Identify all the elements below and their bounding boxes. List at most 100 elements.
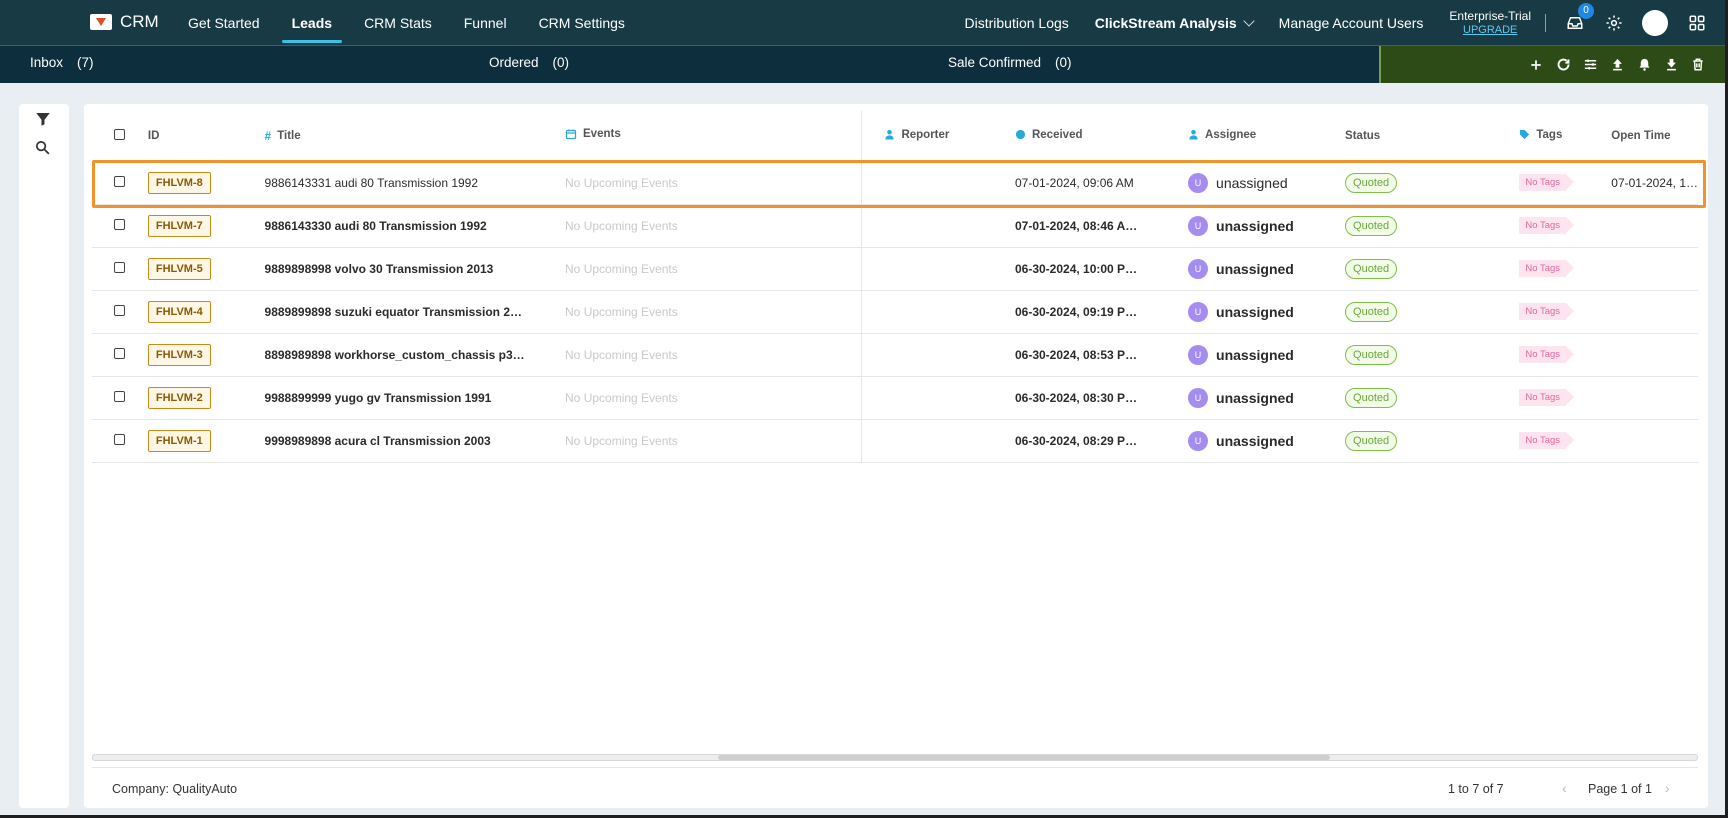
upload-button[interactable] bbox=[1608, 56, 1626, 74]
status-badge[interactable]: Quoted bbox=[1345, 172, 1398, 193]
status-badge[interactable]: Quoted bbox=[1345, 258, 1398, 279]
row-checkbox[interactable] bbox=[114, 261, 125, 273]
tab-sale-confirmed[interactable]: Sale Confirmed (0) bbox=[948, 55, 1072, 70]
table-row[interactable]: FHLVM-7 9886143330 audi 80 Transmission 1… bbox=[92, 204, 1698, 248]
filter-button[interactable] bbox=[34, 110, 54, 130]
tab-ordered[interactable]: Ordered (0) bbox=[489, 55, 569, 70]
lead-assignee[interactable]: Uunassigned bbox=[1188, 172, 1345, 193]
nav-funnel[interactable]: Funnel bbox=[454, 0, 517, 45]
col-events[interactable]: Events bbox=[565, 111, 697, 162]
lead-id-tag[interactable]: FHLVM-4 bbox=[147, 300, 211, 323]
col-id[interactable]: ID bbox=[147, 111, 265, 162]
col-assignee[interactable]: Assignee bbox=[1188, 111, 1346, 162]
user-avatar[interactable] bbox=[1642, 9, 1668, 36]
scrollbar-thumb[interactable] bbox=[718, 755, 1330, 760]
lead-id-tag[interactable]: FHLVM-5 bbox=[147, 257, 211, 280]
col-received[interactable]: Received bbox=[1014, 111, 1189, 162]
table-row[interactable]: FHLVM-8 9886143331 audi 80 Transmission 1… bbox=[92, 161, 1698, 205]
tab-sale-confirmed-label: Sale Confirmed bbox=[948, 55, 1042, 70]
tab-ordered-count: (0) bbox=[552, 55, 570, 70]
status-badge[interactable]: Quoted bbox=[1345, 430, 1398, 451]
lead-title[interactable]: 9889898998 volvo 30 Transmission 2013 bbox=[265, 262, 565, 276]
status-badge[interactable]: Quoted bbox=[1345, 387, 1398, 408]
lead-id-tag[interactable]: FHLVM-2 bbox=[147, 386, 211, 409]
lead-title[interactable]: 9988899999 yugo gv Transmission 1991 bbox=[265, 391, 565, 405]
col-reporter[interactable]: Reporter bbox=[861, 111, 1015, 162]
lead-title[interactable]: 9886143331 audi 80 Transmission 1992 bbox=[265, 176, 565, 190]
inbox-notifications-button[interactable]: 0 bbox=[1564, 2, 1594, 34]
lead-received: 06-30-2024, 08:53 P… bbox=[1014, 347, 1138, 362]
next-page-button[interactable]: › bbox=[1665, 780, 1670, 796]
tags-badge[interactable]: No Tags bbox=[1519, 217, 1574, 234]
upgrade-link[interactable]: UPGRADE bbox=[1463, 23, 1517, 37]
row-checkbox[interactable] bbox=[114, 433, 125, 445]
row-checkbox[interactable] bbox=[114, 390, 125, 402]
row-checkbox[interactable] bbox=[114, 218, 125, 230]
col-tags[interactable]: Tags bbox=[1519, 111, 1612, 162]
refresh-button[interactable] bbox=[1554, 56, 1572, 74]
table-row[interactable]: FHLVM-2 9988899999 yugo gv Transmission 1… bbox=[92, 376, 1698, 420]
horizontal-scrollbar[interactable] bbox=[92, 754, 1698, 761]
download-button[interactable] bbox=[1662, 56, 1680, 74]
lead-assignee[interactable]: Uunassigned bbox=[1188, 387, 1345, 408]
lead-assignee[interactable]: Uunassigned bbox=[1188, 344, 1345, 365]
select-all-checkbox[interactable] bbox=[114, 128, 125, 140]
nav-crm-stats[interactable]: CRM Stats bbox=[354, 0, 442, 45]
table-row[interactable]: FHLVM-4 9889899898 suzuki equator Transmi… bbox=[92, 290, 1698, 334]
plan-info: Enterprise-Trial UPGRADE bbox=[1449, 9, 1531, 37]
lead-assignee[interactable]: Uunassigned bbox=[1188, 301, 1345, 322]
lead-assignee[interactable]: Uunassigned bbox=[1188, 258, 1345, 279]
table-row[interactable]: FHLVM-1 9998989898 acura cl Transmission … bbox=[92, 419, 1698, 463]
col-status[interactable]: Status bbox=[1345, 111, 1520, 162]
lead-title[interactable]: 9889899898 suzuki equator Transmission 2… bbox=[265, 305, 565, 319]
settings-button[interactable] bbox=[1603, 12, 1625, 34]
table-row[interactable]: FHLVM-3 8898989898 workhorse_custom_chass… bbox=[92, 333, 1698, 377]
row-checkbox[interactable] bbox=[114, 175, 125, 187]
status-badge[interactable]: Quoted bbox=[1345, 301, 1398, 322]
row-checkbox[interactable] bbox=[114, 304, 125, 316]
nav-manage-account-users[interactable]: Manage Account Users bbox=[1279, 15, 1424, 31]
nav-divider bbox=[1545, 13, 1546, 32]
lead-assignee[interactable]: Uunassigned bbox=[1188, 430, 1345, 451]
lead-id-tag[interactable]: FHLVM-8 bbox=[147, 171, 211, 194]
tab-inbox[interactable]: Inbox (7) bbox=[30, 55, 94, 70]
apps-grid-button[interactable] bbox=[1686, 12, 1708, 34]
tags-badge[interactable]: No Tags bbox=[1519, 346, 1574, 363]
row-checkbox[interactable] bbox=[114, 347, 125, 359]
status-badge[interactable]: Quoted bbox=[1345, 215, 1398, 236]
notifications-button[interactable] bbox=[1635, 56, 1653, 74]
nav-distribution-logs[interactable]: Distribution Logs bbox=[965, 15, 1069, 31]
nav-get-started[interactable]: Get Started bbox=[178, 0, 270, 45]
tags-badge[interactable]: No Tags bbox=[1519, 303, 1574, 320]
add-lead-button[interactable] bbox=[1527, 56, 1545, 74]
tags-badge[interactable]: No Tags bbox=[1519, 260, 1574, 277]
status-badge[interactable]: Quoted bbox=[1345, 344, 1398, 365]
chevron-down-icon bbox=[1243, 14, 1255, 27]
delete-button[interactable] bbox=[1689, 56, 1707, 74]
brand-logo[interactable]: CRM bbox=[90, 12, 159, 32]
lead-id-tag[interactable]: FHLVM-3 bbox=[147, 343, 211, 366]
tags-badge[interactable]: No Tags bbox=[1519, 174, 1574, 191]
nav-clickstream-analysis[interactable]: ClickStream Analysis bbox=[1095, 14, 1255, 31]
search-button[interactable] bbox=[34, 139, 54, 159]
table-row[interactable]: FHLVM-5 9889898998 volvo 30 Transmission … bbox=[92, 247, 1698, 291]
nav-leads[interactable]: Leads bbox=[281, 0, 343, 45]
nav-crm-settings[interactable]: CRM Settings bbox=[529, 0, 635, 45]
trash-icon bbox=[1693, 58, 1703, 71]
lead-title[interactable]: 9886143330 audi 80 Transmission 1992 bbox=[265, 219, 565, 233]
col-open-time[interactable]: Open Time bbox=[1611, 111, 1698, 162]
lead-id-tag[interactable]: FHLVM-1 bbox=[147, 429, 211, 452]
lead-title[interactable]: 9998989898 acura cl Transmission 2003 bbox=[265, 434, 565, 448]
tags-badge[interactable]: No Tags bbox=[1519, 432, 1574, 449]
calendar-icon bbox=[565, 129, 577, 140]
column-settings-button[interactable] bbox=[1581, 56, 1599, 74]
col-title[interactable]: # Title bbox=[264, 111, 566, 162]
search-icon bbox=[35, 140, 50, 155]
lead-title[interactable]: 8898989898 workhorse_custom_chassis p3… bbox=[265, 348, 565, 362]
lead-assignee[interactable]: Uunassigned bbox=[1188, 215, 1345, 236]
lead-events: No Upcoming Events bbox=[565, 433, 678, 448]
prev-page-button[interactable]: ‹ bbox=[1562, 780, 1567, 796]
tags-badge[interactable]: No Tags bbox=[1519, 389, 1574, 406]
apps-grid-icon bbox=[1689, 15, 1705, 30]
lead-id-tag[interactable]: FHLVM-7 bbox=[147, 214, 211, 237]
